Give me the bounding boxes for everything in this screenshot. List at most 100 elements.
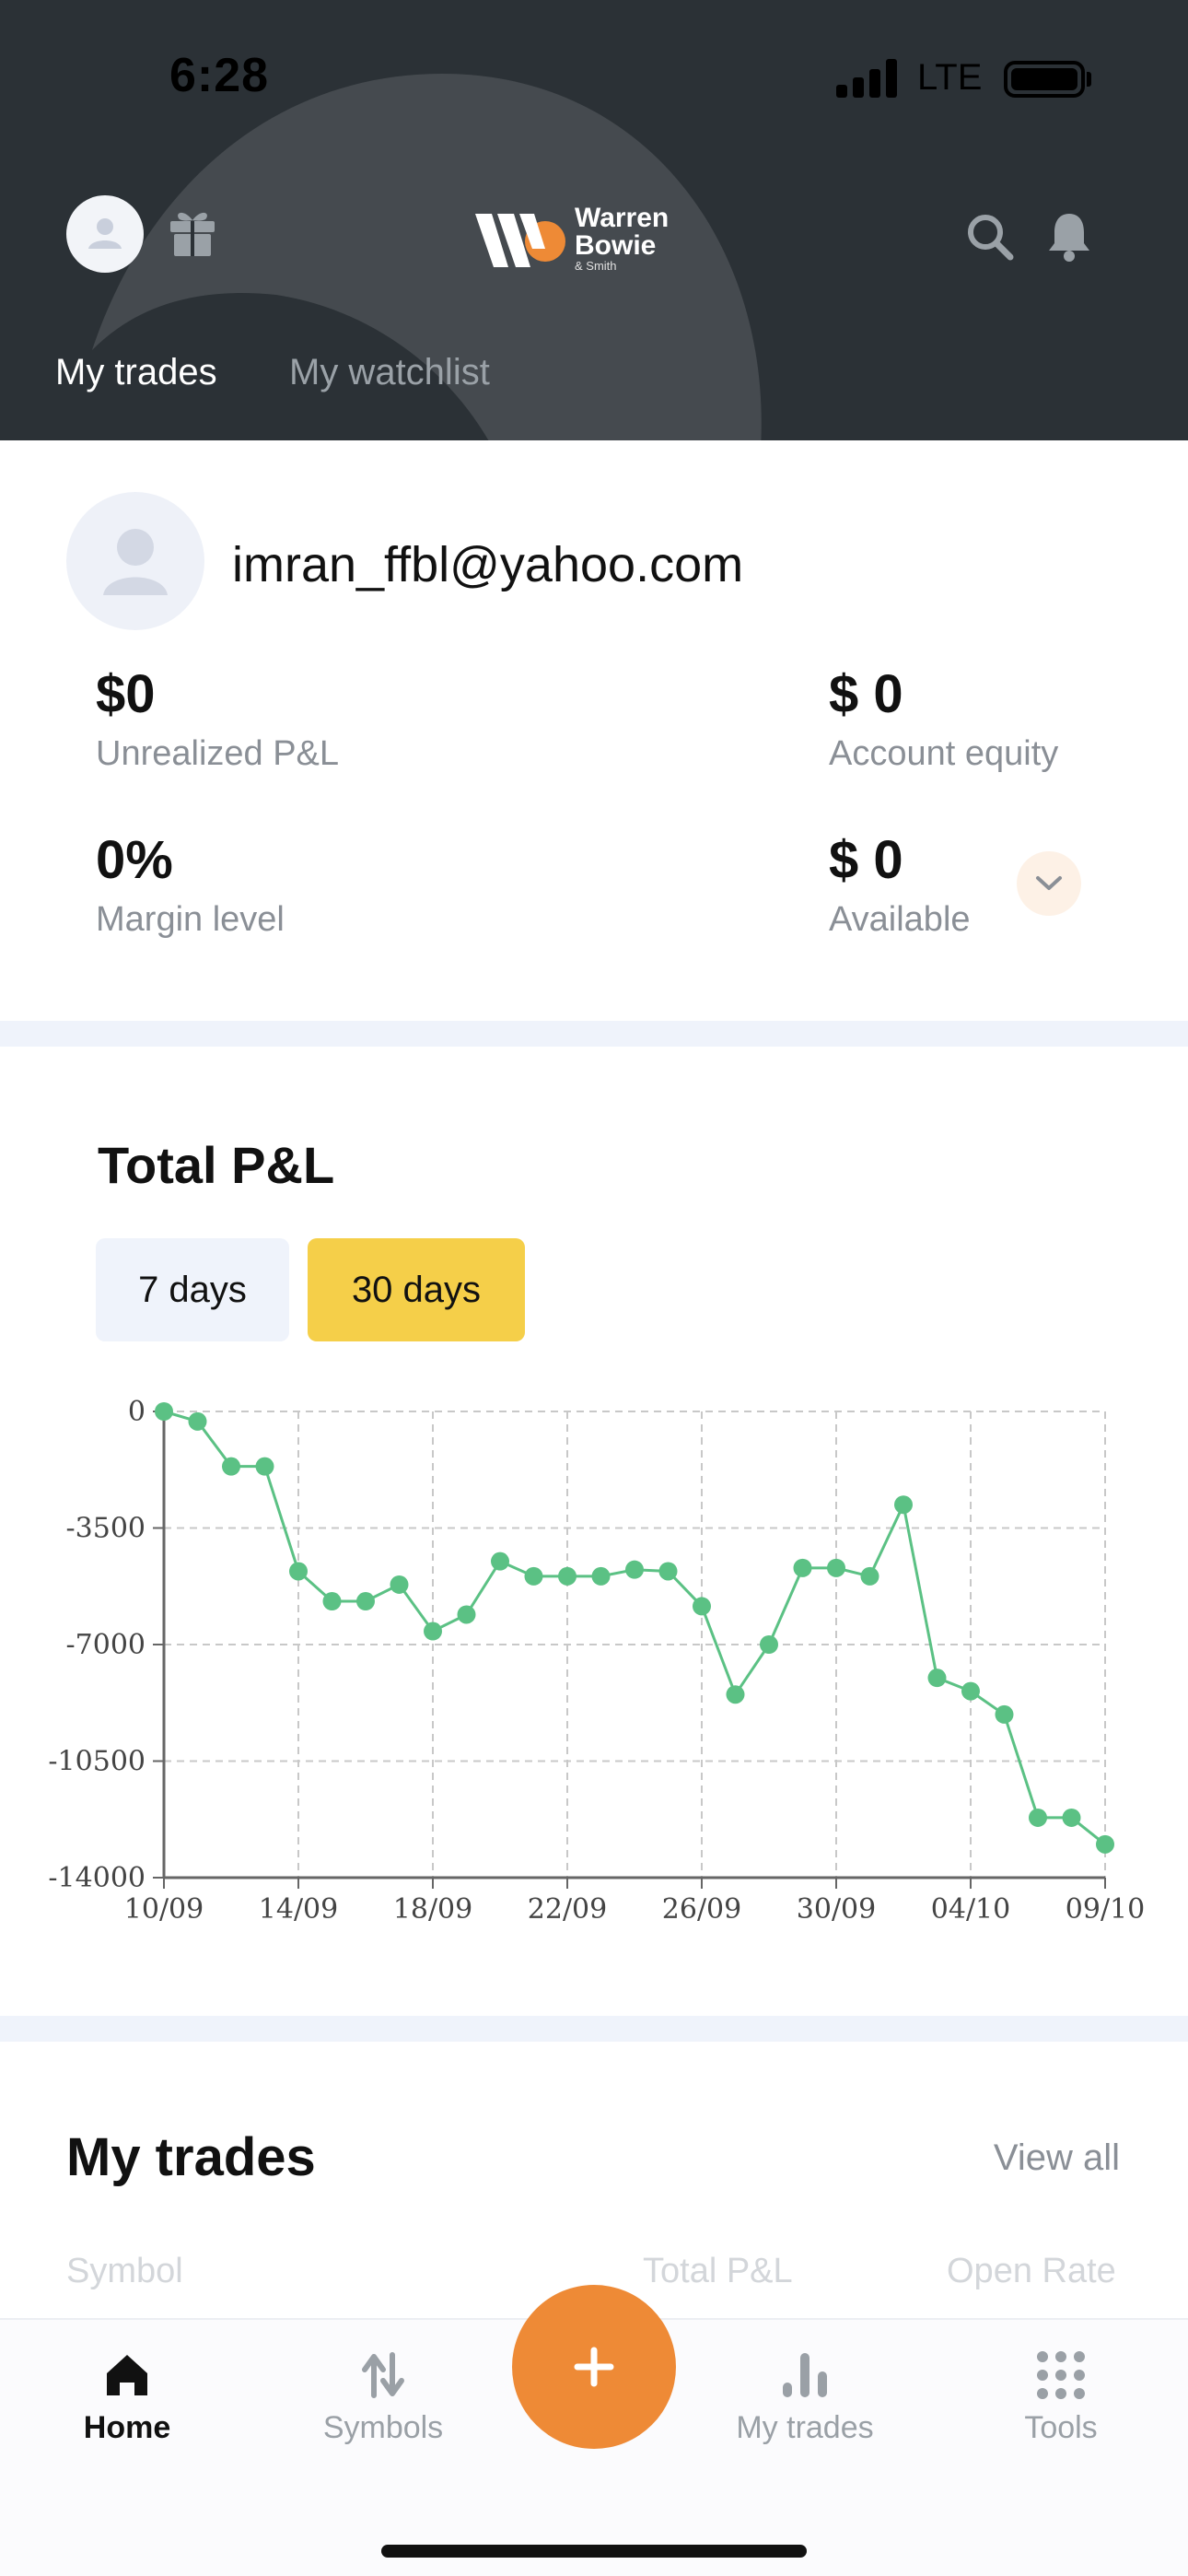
column-header-open-rate: Open Rate	[947, 2252, 1116, 2290]
column-header-total-pnl: Total P&L	[643, 2252, 793, 2290]
plus-icon	[574, 2347, 614, 2387]
data-point	[658, 1562, 678, 1581]
nav-tools[interactable]: Tools	[978, 2349, 1144, 2446]
account-email: imran_ffbl@yahoo.com	[232, 537, 744, 592]
range-7-days-button[interactable]: 7 days	[96, 1238, 289, 1341]
expand-stats-button[interactable]	[1017, 851, 1081, 916]
data-point	[222, 1457, 240, 1476]
data-point	[155, 1402, 173, 1421]
brand-line-3: & Smith	[575, 259, 617, 273]
chart-series	[163, 1410, 1106, 1846]
column-header-symbol: Symbol	[66, 2252, 183, 2290]
data-point	[1096, 1834, 1114, 1854]
data-point	[995, 1704, 1014, 1724]
grid-icon	[1037, 2351, 1085, 2399]
status-bar: 6:28 LTE	[0, 0, 1188, 157]
tab-my-trades[interactable]: My trades	[55, 352, 217, 393]
stat-available: $ 0 Available	[829, 829, 971, 940]
app-header: 6:28 LTE Warren Bowie & Smith My trades …	[0, 0, 1188, 440]
bell-icon[interactable]	[1044, 210, 1094, 263]
data-point	[827, 1558, 845, 1577]
brand-line-2: Bowie	[575, 230, 657, 261]
battery-cap	[1087, 72, 1091, 87]
signal-icon	[836, 59, 901, 98]
nav-home[interactable]: Home	[44, 2349, 210, 2446]
brand-line-1: Warren	[575, 203, 670, 233]
brand-mark-icon	[475, 214, 565, 267]
stat-value: $ 0	[829, 830, 903, 890]
data-point	[322, 1592, 342, 1611]
stat-margin-level: 0% Margin level	[96, 829, 285, 940]
chart-grid	[163, 1411, 1106, 1879]
section-divider	[0, 1021, 1188, 1047]
account-avatar	[66, 492, 204, 630]
stat-unrealized-pnl: $0 Unrealized P&L	[96, 663, 339, 774]
y-tick-label: -10500	[48, 1746, 146, 1778]
account-summary: imran_ffbl@yahoo.com $0 Unrealized P&L $…	[0, 440, 1188, 1021]
x-tick-label: 26/09	[662, 1893, 741, 1926]
section-divider	[0, 2016, 1188, 2042]
stat-value: $0	[96, 664, 156, 724]
stat-account-equity: $ 0 Account equity	[829, 663, 1058, 774]
gift-icon[interactable]	[168, 206, 217, 258]
data-point	[255, 1457, 274, 1476]
x-tick-label: 04/10	[931, 1893, 1010, 1926]
data-point	[558, 1566, 577, 1586]
user-icon	[103, 529, 168, 595]
search-icon[interactable]	[965, 212, 1015, 262]
data-point	[726, 1685, 745, 1704]
range-30-days-button[interactable]: 30 days	[308, 1238, 525, 1341]
my-trades-title: My trades	[66, 2127, 316, 2187]
nav-my-trades[interactable]: My trades	[722, 2349, 888, 2446]
stat-label: Unrealized P&L	[96, 734, 340, 773]
x-tick-label: 10/09	[124, 1893, 204, 1926]
data-point	[927, 1669, 947, 1688]
data-point	[961, 1681, 980, 1701]
y-tick-label: -14000	[48, 1862, 146, 1894]
data-point	[289, 1562, 308, 1581]
stat-value: 0%	[96, 830, 173, 890]
view-all-link[interactable]: View all	[994, 2137, 1120, 2179]
chart-tick-labels: 0 -3500 -7000 -10500 -1400010/09 14/09 18/09 22…	[48, 1396, 1145, 1926]
profile-avatar-button[interactable]	[66, 195, 144, 273]
data-point	[625, 1560, 644, 1579]
stat-label: Margin level	[96, 900, 285, 939]
pnl-title: Total P&L	[98, 1136, 335, 1194]
stat-value: $ 0	[829, 664, 903, 724]
data-point	[1062, 1808, 1081, 1827]
swap-arrows-icon	[362, 2352, 404, 2398]
add-trade-button[interactable]	[512, 2285, 676, 2449]
y-tick-label: -3500	[66, 1513, 146, 1545]
battery-icon	[1004, 61, 1085, 98]
data-point	[424, 1622, 442, 1641]
stat-label: Account equity	[829, 734, 1059, 773]
x-tick-label: 30/09	[797, 1893, 876, 1926]
nav-symbols[interactable]: Symbols	[300, 2349, 466, 2446]
data-point	[793, 1558, 812, 1577]
brand-logo: Warren Bowie & Smith	[472, 205, 702, 273]
stat-label: Available	[829, 900, 971, 939]
brand-name: Warren Bowie & Smith	[575, 205, 669, 273]
data-point	[760, 1635, 778, 1654]
data-point	[356, 1592, 375, 1611]
data-point	[390, 1575, 409, 1594]
data-point	[693, 1597, 711, 1616]
x-tick-label: 22/09	[528, 1893, 607, 1926]
data-point	[524, 1566, 543, 1586]
data-point	[860, 1566, 879, 1586]
nav-label: Tools	[1024, 2410, 1098, 2445]
data-point	[1029, 1808, 1047, 1827]
home-indicator	[381, 2545, 807, 2558]
y-tick-label: 0	[128, 1396, 146, 1428]
home-icon	[107, 2355, 147, 2395]
nav-label: Home	[83, 2410, 171, 2445]
data-point	[591, 1566, 611, 1586]
chart-axes	[153, 1411, 1106, 1889]
data-point	[491, 1551, 509, 1571]
network-type: LTE	[917, 57, 983, 98]
tab-my-watchlist[interactable]: My watchlist	[289, 352, 490, 393]
bar-chart-icon	[783, 2353, 827, 2397]
user-icon	[88, 218, 122, 249]
x-tick-label: 09/10	[1066, 1893, 1145, 1926]
nav-label: My trades	[736, 2410, 874, 2445]
